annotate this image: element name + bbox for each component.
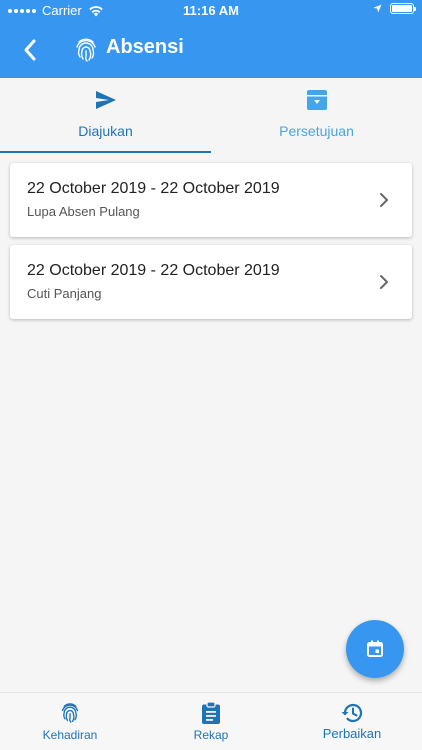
app-bar: Absensi bbox=[0, 22, 422, 78]
battery-icon bbox=[390, 3, 416, 14]
request-type: Lupa Absen Pulang bbox=[27, 204, 140, 219]
chevron-right-icon bbox=[380, 193, 388, 207]
tab-label: Diajukan bbox=[78, 123, 133, 139]
location-icon bbox=[373, 4, 382, 13]
nav-item-perbaikan[interactable]: Perbaikan bbox=[282, 693, 422, 750]
fingerprint-icon bbox=[61, 703, 79, 723]
request-date-range: 22 October 2019 - 22 October 2019 bbox=[27, 180, 280, 197]
tab-indicator bbox=[0, 151, 211, 153]
list-item[interactable]: 22 October 2019 - 22 October 2019 Lupa A… bbox=[10, 163, 412, 237]
bottom-nav: Kehadiran Rekap Perbaikan bbox=[0, 692, 422, 750]
back-button[interactable] bbox=[14, 34, 46, 66]
tab-bar: Diajukan Persetujuan bbox=[0, 78, 422, 153]
nav-item-kehadiran[interactable]: Kehadiran bbox=[0, 693, 140, 750]
nav-label: Perbaikan bbox=[322, 726, 382, 741]
history-icon bbox=[341, 703, 363, 723]
send-icon bbox=[95, 91, 116, 109]
chevron-right-icon bbox=[380, 275, 388, 289]
request-list: 22 October 2019 - 22 October 2019 Lupa A… bbox=[10, 163, 412, 327]
nav-item-rekap[interactable]: Rekap bbox=[141, 693, 281, 750]
nav-label: Kehadiran bbox=[42, 728, 98, 742]
list-item[interactable]: 22 October 2019 - 22 October 2019 Cuti P… bbox=[10, 245, 412, 319]
page-title: Absensi bbox=[106, 36, 184, 58]
tab-diajukan[interactable]: Diajukan bbox=[0, 78, 211, 153]
tab-persetujuan[interactable]: Persetujuan bbox=[211, 78, 422, 153]
archive-icon bbox=[306, 90, 327, 110]
status-right bbox=[373, 3, 416, 14]
calendar-icon bbox=[367, 640, 383, 657]
request-type: Cuti Panjang bbox=[27, 286, 102, 301]
status-bar: Carrier 11:16 AM bbox=[0, 0, 422, 22]
header: Carrier 11:16 AM Absensi bbox=[0, 0, 422, 78]
clipboard-icon bbox=[202, 702, 220, 724]
request-date-range: 22 October 2019 - 22 October 2019 bbox=[27, 262, 280, 279]
status-time: 11:16 AM bbox=[183, 3, 239, 18]
nav-label: Rekap bbox=[193, 728, 229, 742]
chevron-left-icon bbox=[24, 39, 36, 61]
fingerprint-icon bbox=[76, 38, 96, 62]
add-request-button[interactable] bbox=[346, 620, 404, 678]
tab-label: Persetujuan bbox=[279, 123, 354, 139]
